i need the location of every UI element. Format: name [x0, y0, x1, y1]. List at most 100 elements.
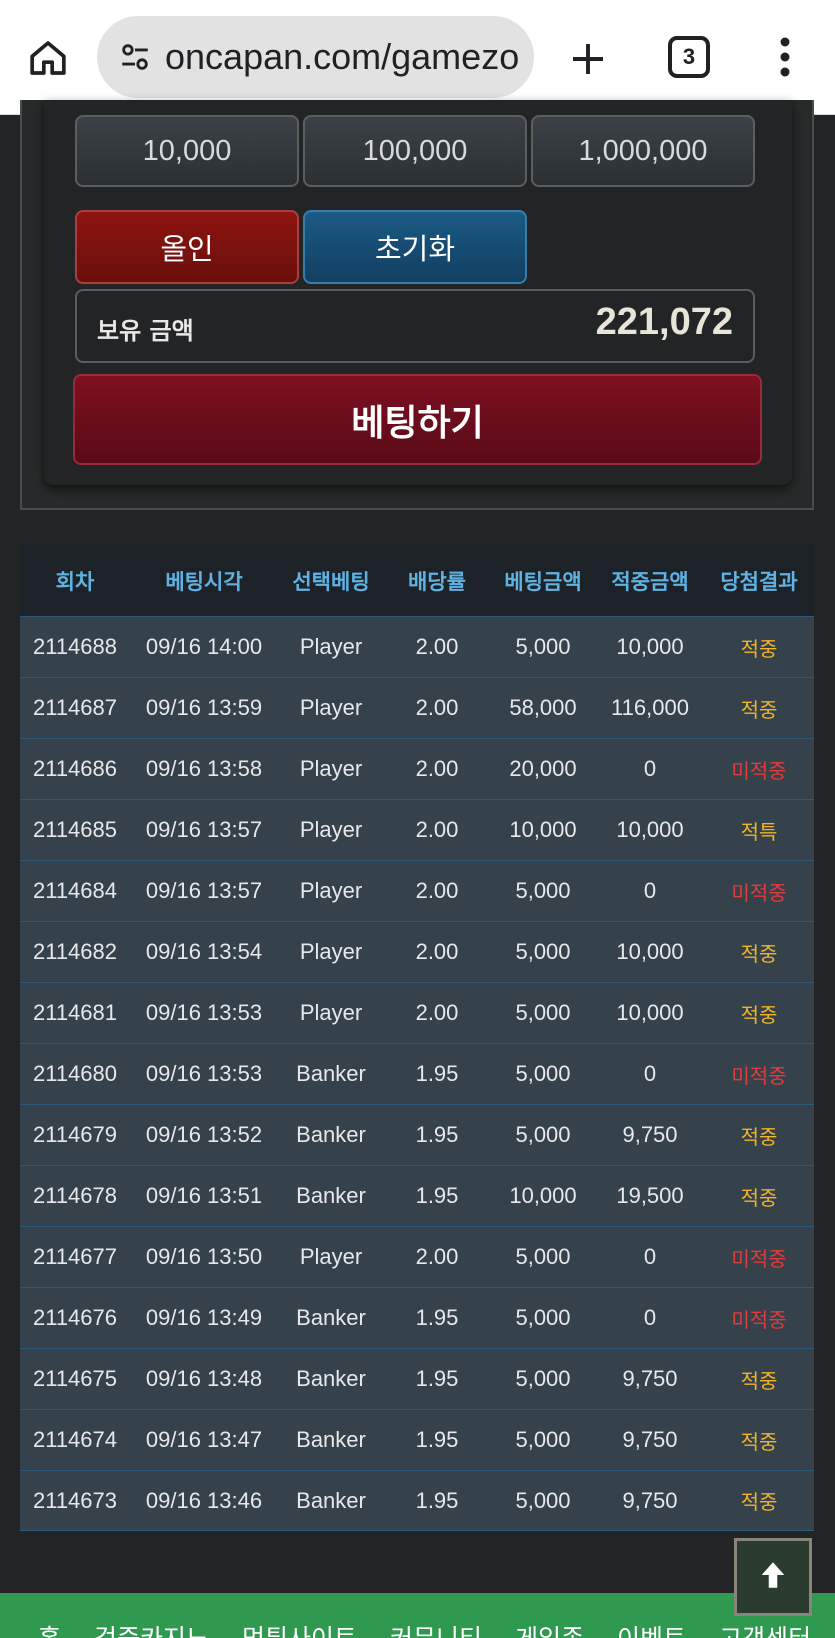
cell-result: 적중 — [740, 1185, 778, 1210]
header-bet-amount: 베팅금액 — [504, 569, 582, 594]
table-body: 2114688 09/16 14:00 Player 2.00 5,000 10,000 적… — [20, 616, 814, 1531]
nav-item[interactable]: 홈 — [38, 1593, 61, 1638]
cell-odds: 1.95 — [415, 1366, 459, 1391]
cell-round: 2114687 — [32, 695, 117, 720]
bottom-nav-list: 홈검증카지노먹튀사이트커뮤니티게임존이벤트고객센터 — [0, 1593, 835, 1638]
cell-win-amount: 0 — [643, 878, 657, 903]
plus-icon[interactable] — [562, 33, 614, 85]
cell-odds: 2.00 — [415, 878, 459, 903]
cell-odds: 1.95 — [415, 1061, 459, 1086]
url-text[interactable]: oncapan.com/gamezo — [165, 36, 530, 78]
cell-bet-time: 09/16 13:59 — [145, 695, 263, 720]
cell-bet-time: 09/16 13:53 — [145, 1000, 263, 1025]
table-row: 2114678 09/16 13:51 Banker 1.95 10,000 19,500… — [20, 1165, 814, 1226]
cell-bet-time: 09/16 13:58 — [145, 756, 263, 781]
cell-win-amount: 9,750 — [622, 1122, 678, 1147]
table-row: 2114679 09/16 13:52 Banker 1.95 5,000 9,750 적중 — [20, 1104, 814, 1165]
cell-selection: Banker — [296, 1122, 366, 1147]
table-row: 2114676 09/16 13:49 Banker 1.95 5,000 0 미적중 — [20, 1287, 814, 1348]
chip-button-1000000[interactable]: 1,000,000 — [531, 115, 755, 187]
scroll-top-button[interactable] — [734, 1538, 812, 1616]
cell-round: 2114676 — [32, 1305, 117, 1330]
cell-bet-amount: 10,000 — [509, 817, 577, 842]
cell-round: 2114673 — [32, 1487, 117, 1513]
cell-round: 2114680 — [32, 1061, 117, 1086]
cell-bet-amount: 5,000 — [515, 1061, 571, 1086]
cell-win-amount: 10,000 — [616, 939, 684, 964]
cell-result: 적특 — [740, 819, 778, 844]
reset-button[interactable]: 초기화 — [303, 210, 527, 284]
table-row: 2114682 09/16 13:54 Player 2.00 5,000 10,000 적… — [20, 921, 814, 982]
tab-switcher-button[interactable]: 3 — [668, 36, 710, 78]
cell-odds: 2.00 — [415, 939, 459, 964]
kebab-menu-icon[interactable] — [770, 32, 800, 82]
cell-bet-time: 09/16 13:48 — [145, 1366, 263, 1391]
cell-win-amount: 10,000 — [616, 817, 684, 842]
table-row: 2114680 09/16 13:53 Banker 1.95 5,000 0 미적중 — [20, 1043, 814, 1104]
home-icon[interactable] — [20, 30, 76, 86]
cell-bet-amount: 5,000 — [515, 878, 571, 903]
address-bar[interactable]: oncapan.com/gamezo — [97, 16, 534, 98]
cell-selection: Player — [299, 695, 363, 720]
cell-result: 적중 — [740, 1124, 778, 1149]
table-row: 2114674 09/16 13:47 Banker 1.95 5,000 9,750 적중 — [20, 1409, 814, 1470]
cell-selection: Banker — [296, 1487, 366, 1513]
cell-bet-amount: 5,000 — [515, 1244, 571, 1269]
cell-odds: 1.95 — [415, 1427, 459, 1452]
cell-result: 적중 — [740, 1490, 778, 1514]
cell-bet-time: 09/16 13:54 — [145, 939, 263, 964]
cell-result: 적중 — [740, 697, 778, 722]
cell-result: 적중 — [740, 1429, 778, 1454]
header-win-amount: 적중금액 — [611, 569, 689, 594]
place-bet-button[interactable]: 베팅하기 — [73, 374, 762, 465]
header-result: 당첨결과 — [720, 569, 798, 594]
cell-round: 2114678 — [32, 1183, 117, 1208]
nav-item[interactable]: 이벤트 — [617, 1593, 686, 1638]
cell-bet-amount: 5,000 — [515, 1305, 571, 1330]
cell-bet-amount: 5,000 — [515, 1487, 571, 1513]
cell-selection: Player — [299, 1000, 363, 1025]
nav-item[interactable]: 커뮤니티 — [390, 1593, 482, 1638]
cell-result: 미적중 — [731, 1246, 787, 1271]
cell-selection: Player — [299, 817, 363, 842]
cell-round: 2114686 — [32, 756, 117, 781]
cell-selection: Banker — [296, 1061, 366, 1086]
cell-bet-amount: 20,000 — [509, 756, 577, 781]
all-in-button[interactable]: 올인 — [75, 210, 299, 284]
chip-button-100000[interactable]: 100,000 — [303, 115, 527, 187]
cell-bet-time: 09/16 13:49 — [145, 1305, 263, 1330]
cell-bet-time: 09/16 13:51 — [145, 1183, 263, 1208]
header-selection: 선택베팅 — [292, 569, 370, 594]
cell-selection: Player — [299, 1244, 363, 1269]
cell-result: 미적중 — [731, 880, 787, 905]
chip-button-10000[interactable]: 10,000 — [75, 115, 299, 187]
cell-bet-amount: 5,000 — [515, 634, 571, 659]
cell-selection: Player — [299, 878, 363, 903]
cell-selection: Player — [299, 939, 363, 964]
cell-round: 2114674 — [32, 1427, 117, 1452]
table-row: 2114681 09/16 13:53 Player 2.00 5,000 10,000 적… — [20, 982, 814, 1043]
cell-win-amount: 9,750 — [622, 1427, 678, 1452]
cell-win-amount: 0 — [643, 1061, 657, 1086]
cell-bet-amount: 5,000 — [515, 1000, 571, 1025]
cell-bet-amount: 5,000 — [515, 939, 571, 964]
nav-item[interactable]: 게임존 — [515, 1593, 584, 1638]
cell-bet-time: 09/16 13:53 — [145, 1061, 263, 1086]
cell-bet-amount: 5,000 — [515, 1122, 571, 1147]
cell-win-amount: 19,500 — [616, 1183, 684, 1208]
cell-round: 2114688 — [32, 634, 117, 659]
nav-item[interactable]: 검증카지노 — [94, 1593, 209, 1638]
tune-icon[interactable] — [115, 37, 155, 77]
nav-item[interactable]: 먹튀사이트 — [242, 1593, 357, 1638]
table-row: 2114673 09/16 13:46 Banker 1.95 5,000 9,750 적중 — [20, 1470, 814, 1531]
table-row: 2114685 09/16 13:57 Player 2.00 10,000 10,000… — [20, 799, 814, 860]
cell-bet-time: 09/16 13:46 — [145, 1487, 263, 1513]
cell-odds: 2.00 — [415, 634, 459, 659]
cell-odds: 2.00 — [415, 695, 459, 720]
cell-bet-time: 09/16 14:00 — [145, 634, 263, 659]
balance-label: 보유 금액 — [97, 317, 194, 345]
cell-result: 적중 — [740, 1368, 778, 1393]
cell-round: 2114675 — [32, 1366, 117, 1391]
cell-round: 2114685 — [32, 817, 117, 842]
header-odds: 배당률 — [408, 569, 466, 594]
